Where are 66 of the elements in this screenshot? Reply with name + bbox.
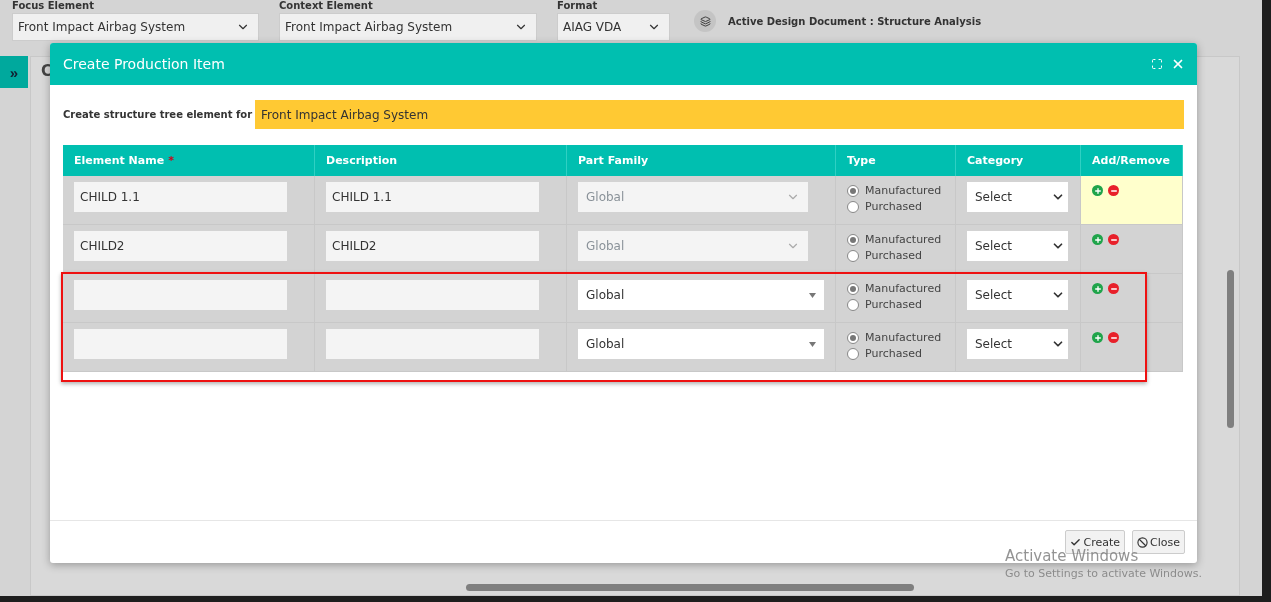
category-select[interactable]: Select — [967, 182, 1068, 212]
remove-icon[interactable] — [1108, 332, 1119, 343]
part-family-select[interactable]: Global — [578, 329, 824, 359]
radio-button[interactable] — [847, 200, 859, 213]
radio-label: Purchased — [865, 347, 922, 360]
required-mark: * — [168, 154, 174, 167]
description-input[interactable]: CHILD 1.1 — [326, 182, 539, 212]
radio-button[interactable] — [847, 249, 859, 262]
radio-button[interactable] — [847, 233, 859, 246]
column-header: Type — [836, 145, 956, 176]
radio-button[interactable] — [847, 347, 859, 360]
target-label: Create structure tree element for — [63, 109, 254, 120]
scrollbar-thumb[interactable] — [1226, 270, 1234, 428]
column-header: Category — [956, 145, 1081, 176]
column-header: Description — [315, 145, 567, 176]
add-icon[interactable] — [1092, 283, 1103, 294]
element-name-input[interactable]: CHILD 1.1 — [74, 182, 287, 212]
layers-icon[interactable] — [694, 10, 716, 32]
ban-icon — [1137, 536, 1149, 548]
column-header: Element Name * — [63, 145, 315, 176]
add-icon[interactable] — [1092, 332, 1103, 343]
category-select[interactable]: Select — [967, 329, 1068, 359]
dropdown-field[interactable]: AIAG VDA — [557, 13, 670, 41]
close-icon[interactable] — [1171, 57, 1185, 71]
target-field: Front Impact Airbag System — [255, 100, 1184, 129]
field-label: Focus Element — [12, 0, 95, 11]
field-label: Format — [557, 0, 599, 11]
radio-label: Manufactured — [865, 331, 942, 344]
element-name-input[interactable] — [74, 329, 287, 359]
remove-icon[interactable] — [1108, 234, 1119, 245]
dialog-title: Create Production Item — [63, 56, 225, 72]
active-document-label: Active Design Document : Structure Analysis — [728, 15, 982, 27]
column-header: Add/Remove — [1081, 145, 1183, 176]
category-select[interactable]: Select — [967, 231, 1068, 261]
field-label: Context Element — [279, 0, 374, 11]
element-name-input[interactable] — [74, 280, 287, 310]
radio-button[interactable] — [847, 298, 859, 311]
description-input[interactable] — [326, 280, 539, 310]
element-name-input[interactable]: CHILD2 — [74, 231, 287, 261]
radio-label: Purchased — [865, 298, 922, 311]
description-input[interactable]: CHILD2 — [326, 231, 539, 261]
scrollbar-thumb[interactable] — [466, 583, 914, 591]
add-icon[interactable] — [1092, 234, 1103, 245]
radio-label: Manufactured — [865, 233, 942, 246]
caret-down-icon — [809, 341, 816, 347]
radio-button[interactable] — [847, 184, 859, 197]
dropdown-field[interactable]: Front Impact Airbag System — [279, 13, 537, 41]
part-family-select[interactable]: Global — [578, 280, 824, 310]
radio-label: Purchased — [865, 249, 922, 262]
category-select[interactable]: Select — [967, 280, 1068, 310]
description-input[interactable] — [326, 329, 539, 359]
radio-label: Manufactured — [865, 282, 942, 295]
remove-icon[interactable] — [1108, 185, 1119, 196]
radio-button[interactable] — [847, 331, 859, 344]
sidebar-toggle[interactable]: » — [0, 56, 28, 88]
caret-down-icon — [809, 292, 816, 298]
dropdown-field[interactable]: Front Impact Airbag System — [12, 13, 259, 41]
activation-notice-text: Go to Settings to activate Windows. — [1005, 567, 1203, 580]
radio-label: Manufactured — [865, 184, 942, 197]
add-icon[interactable] — [1092, 185, 1103, 196]
radio-button[interactable] — [847, 282, 859, 295]
column-header: Part Family — [567, 145, 836, 176]
checkmark-icon — [1070, 536, 1082, 548]
maximize-icon[interactable] — [1151, 58, 1163, 70]
remove-icon[interactable] — [1108, 283, 1119, 294]
radio-label: Purchased — [865, 200, 922, 213]
